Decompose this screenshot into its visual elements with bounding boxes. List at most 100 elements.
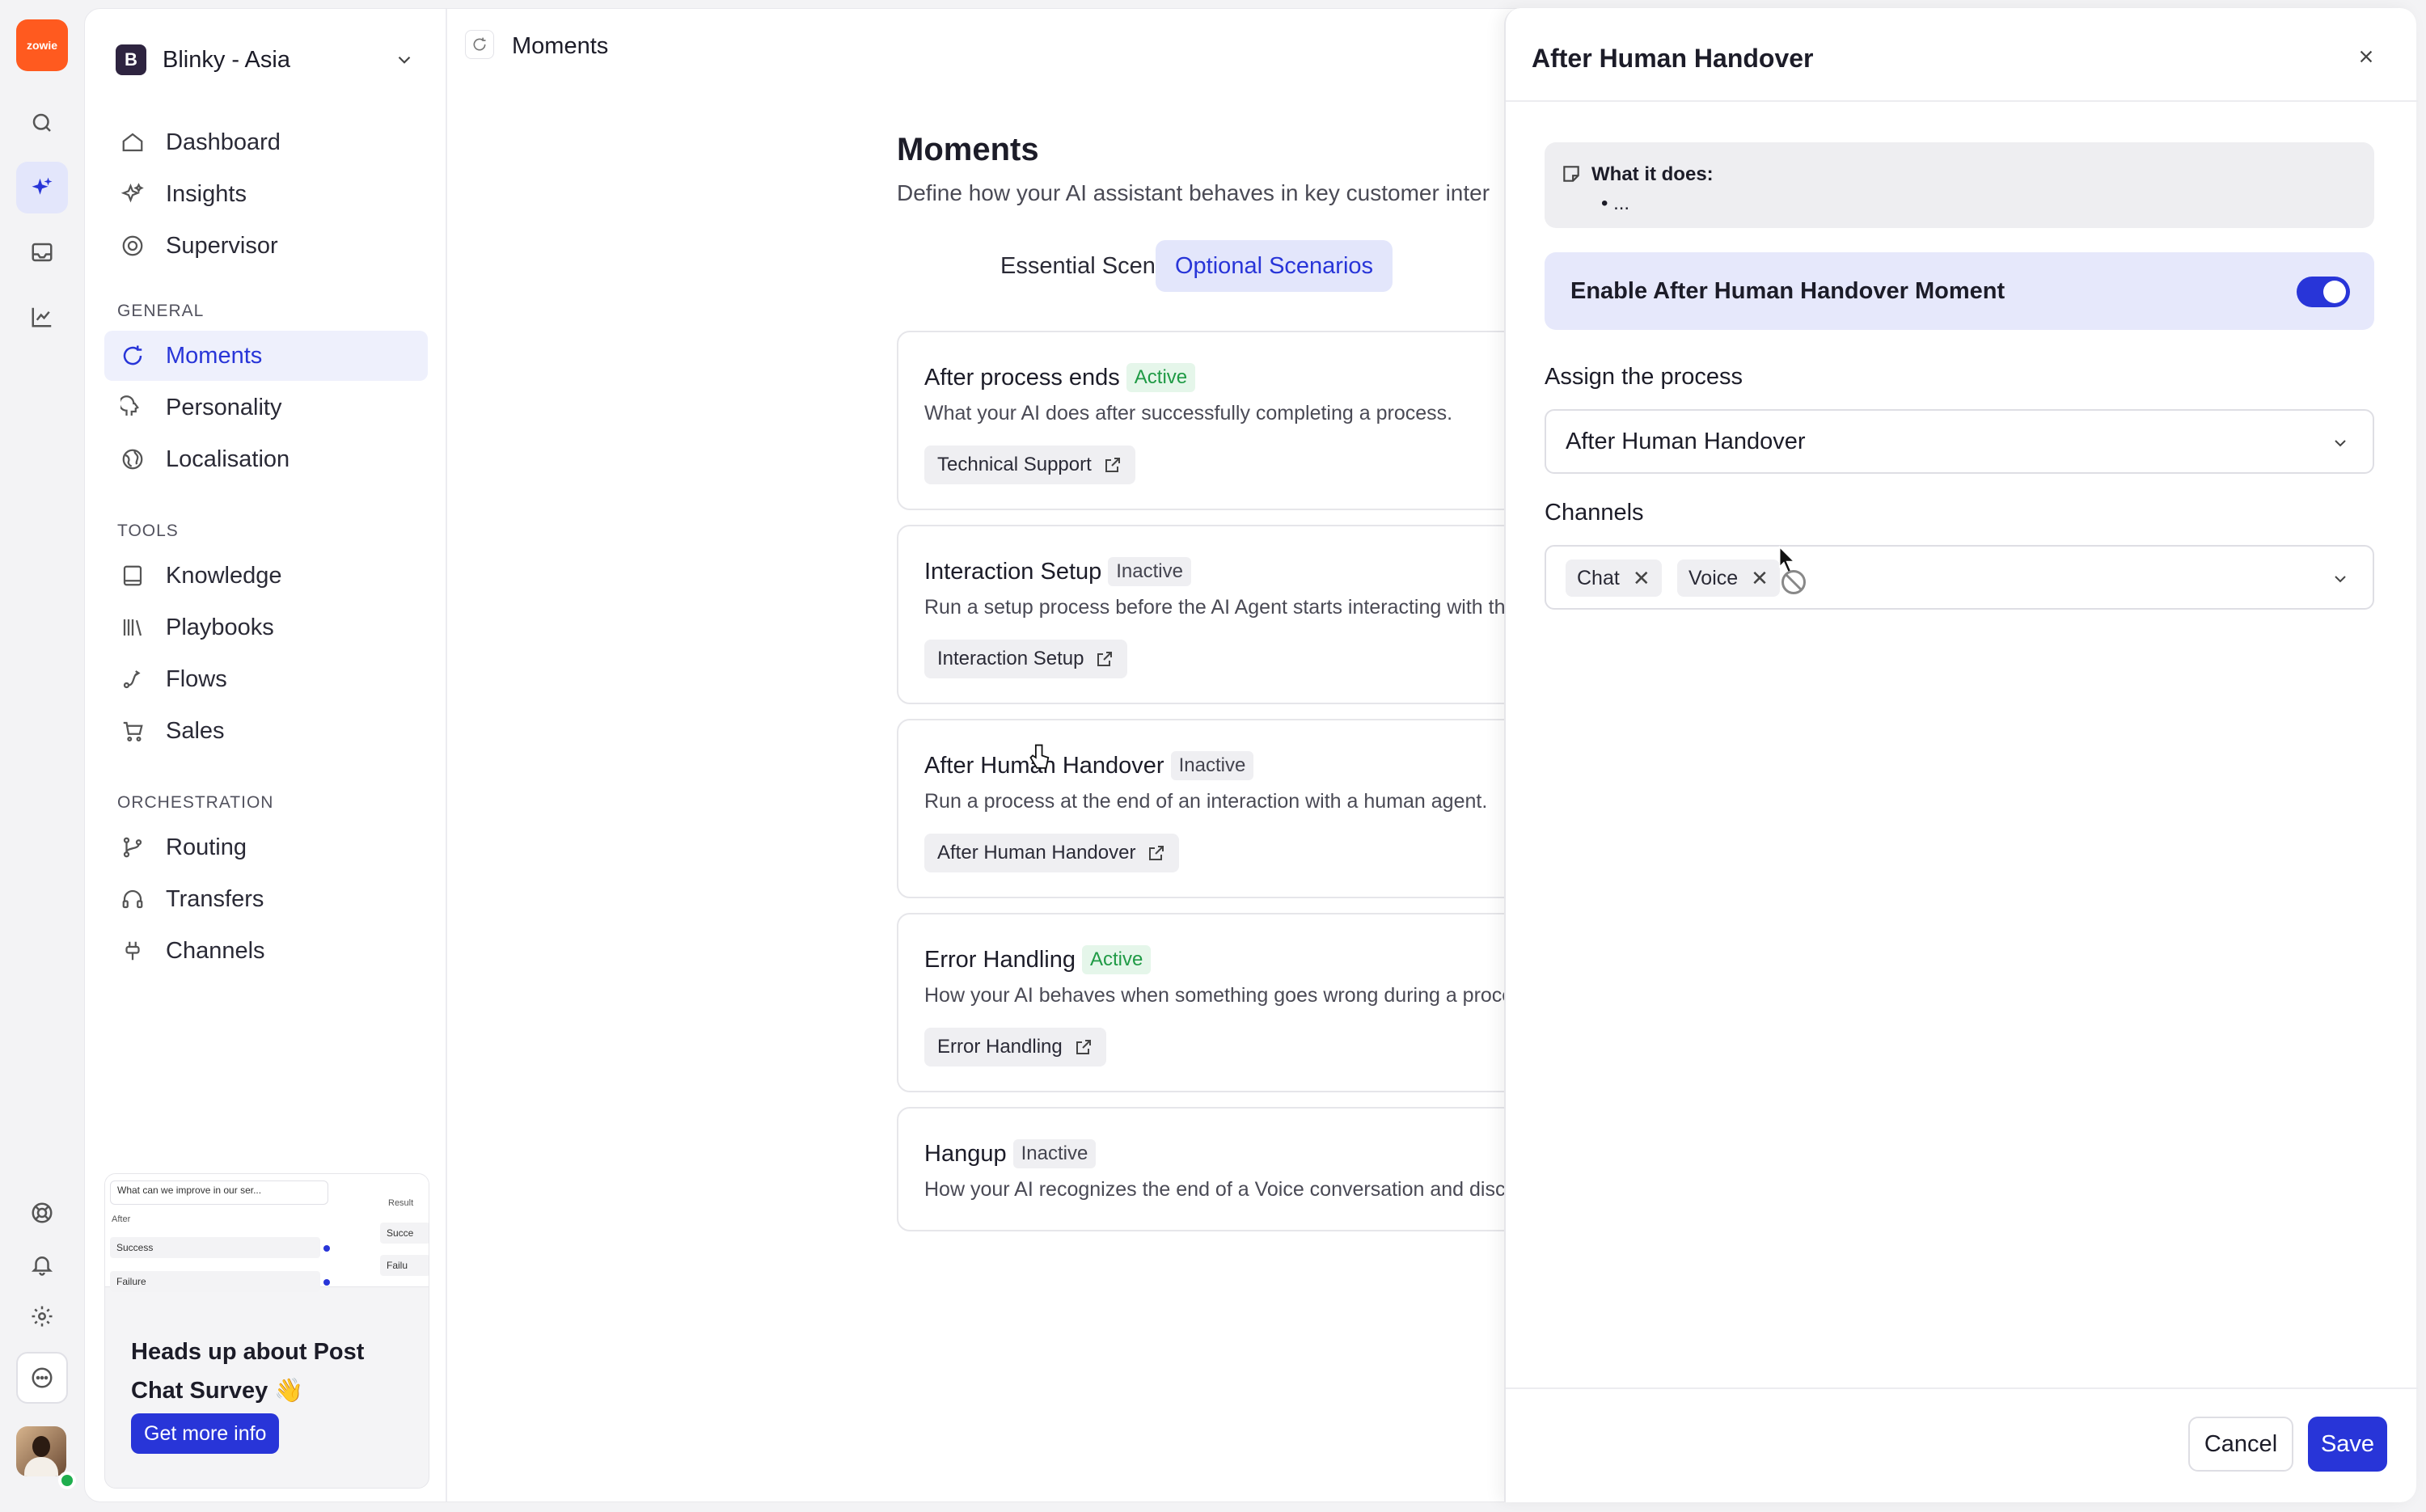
sidebar-item-transfers[interactable]: Transfers (104, 874, 428, 924)
search-icon[interactable] (16, 97, 68, 149)
chat-icon[interactable] (16, 1352, 68, 1404)
chip-label: After Human Handover (937, 842, 1136, 864)
page-header: Moments (447, 9, 1589, 85)
card-description: What your AI does after successfully com… (924, 402, 1453, 424)
preview-success: Success (110, 1237, 320, 1258)
content-title: Moments (897, 132, 1039, 167)
channel-tag-label: Voice (1688, 566, 1739, 589)
hand-cursor-icon (1029, 744, 1050, 769)
save-button[interactable]: Save (2308, 1417, 2387, 1472)
sidebar-item-label: Dashboard (166, 129, 281, 155)
sparkle-icon (120, 183, 144, 203)
globe-icon (122, 449, 143, 470)
external-link-icon (1097, 652, 1113, 666)
info-title: What it does: (1591, 163, 1714, 185)
section-title-general: GENERAL (117, 302, 205, 320)
card-title: Hangup (924, 1141, 1007, 1167)
cancel-button[interactable]: Cancel (2188, 1417, 2293, 1472)
chevron-down-icon (2335, 440, 2346, 447)
content-subtitle: Define how your AI assistant behaves in … (897, 180, 1490, 205)
online-status-dot (58, 1472, 76, 1489)
sidebar-item-personality[interactable]: Personality (104, 382, 428, 433)
home-icon (122, 133, 143, 152)
section-title-orchestration: ORCHESTRATION (117, 793, 274, 812)
chip-label: Technical Support (937, 454, 1092, 475)
status-badge: Inactive (1108, 557, 1191, 586)
channel-tag-voice: Voice ✕ (1677, 560, 1780, 597)
branch-icon (123, 837, 142, 858)
info-bullet: • ... (1601, 192, 1630, 214)
sidebar-item-sales[interactable]: Sales (104, 706, 428, 756)
sidebar-item-label: Personality (166, 395, 282, 420)
sidebar-item-dashboard[interactable]: Dashboard (104, 117, 428, 167)
flow-icon (123, 670, 141, 689)
channel-tag-label: Chat (1577, 566, 1620, 589)
sidebar-item-label: Knowledge (166, 563, 282, 589)
bell-icon[interactable] (16, 1239, 68, 1290)
process-link-chip[interactable]: Technical Support (924, 446, 1135, 484)
lifebuoy-icon[interactable] (16, 1187, 68, 1239)
sidebar-item-flows[interactable]: Flows (104, 654, 428, 704)
remove-tag-icon[interactable]: ✕ (1633, 566, 1650, 591)
tab-optional-scenarios[interactable]: Optional Scenarios (1156, 240, 1393, 292)
sidebar-item-label: Supervisor (166, 233, 278, 259)
cart-icon (123, 721, 143, 741)
close-icon[interactable] (2353, 44, 2379, 70)
process-select[interactable]: After Human Handover (1545, 409, 2374, 474)
workspace-badge: B (116, 44, 146, 75)
enable-moment-toggle[interactable] (2297, 277, 2350, 307)
process-link-chip[interactable]: Error Handling (924, 1028, 1106, 1066)
sidebar-item-playbooks[interactable]: Playbooks (104, 602, 428, 653)
get-more-info-button[interactable]: Get more info (131, 1413, 280, 1454)
process-link-chip[interactable]: Interaction Setup (924, 640, 1128, 678)
gear-icon[interactable] (16, 1290, 68, 1342)
preview-after-label: After (112, 1214, 131, 1224)
supervisor-icon (122, 235, 143, 256)
status-badge: Inactive (1170, 751, 1254, 780)
sidebar: B Blinky - Asia Dashboard Insights Super… (85, 9, 447, 1501)
preview-dot (323, 1279, 330, 1286)
sidebar-item-localisation[interactable]: Localisation (104, 434, 428, 484)
remove-tag-icon[interactable]: ✕ (1751, 566, 1769, 591)
logo-text: zowie (26, 39, 58, 52)
sidebar-item-insights[interactable]: Insights (104, 169, 428, 219)
sidebar-item-label: Flows (166, 666, 227, 692)
channel-tag-chat: Chat ✕ (1566, 560, 1662, 597)
sparkle-icon[interactable] (16, 162, 68, 213)
process-link-chip[interactable]: After Human Handover (924, 834, 1180, 872)
drawer-footer-divider (1506, 1387, 2418, 1389)
preview-dot (323, 1245, 330, 1252)
status-badge: Active (1126, 363, 1196, 392)
avatar[interactable] (16, 1426, 66, 1476)
sidebar-item-routing[interactable]: Routing (104, 822, 428, 872)
inbox-icon[interactable] (16, 226, 68, 278)
card-description: How your AI behaves when something goes … (924, 984, 1514, 1007)
card-description: Run a process at the end of an interacti… (924, 790, 1488, 813)
sidebar-item-label: Playbooks (166, 615, 274, 640)
sidebar-item-supervisor[interactable]: Supervisor (104, 221, 428, 271)
page-title: Moments (512, 33, 609, 59)
enable-moment-label: Enable After Human Handover Moment (1570, 278, 2005, 304)
promo-title: Heads up about Post Chat Survey 👋 (131, 1339, 365, 1404)
sidebar-item-moments[interactable]: Moments (104, 331, 428, 381)
chart-icon[interactable] (16, 291, 68, 343)
icon-rail: zowie (0, 0, 84, 1512)
promo-preview-image: What can we improve in our ser... After … (105, 1174, 429, 1292)
what-it-does-box: What it does: • ... (1545, 142, 2374, 228)
sidebar-item-channels[interactable]: Channels (104, 926, 428, 976)
drawer-header: After Human Handover (1506, 8, 2418, 102)
card-title-row: After process ends Active (924, 363, 1196, 392)
status-badge: Inactive (1012, 1139, 1097, 1168)
preview-result-failure: Failu (380, 1255, 429, 1276)
chevron-down-icon (398, 56, 411, 64)
workspace-switcher[interactable]: B Blinky - Asia (116, 36, 423, 83)
sidebar-item-knowledge[interactable]: Knowledge (104, 551, 428, 601)
after-human-handover-drawer: After Human Handover What it does: • ...… (1504, 8, 2418, 1502)
library-icon (123, 619, 142, 636)
chip-label: Interaction Setup (937, 648, 1084, 669)
channels-multiselect[interactable]: Chat ✕ Voice ✕ (1545, 545, 2374, 610)
card-title-row: Interaction Setup Inactive (924, 557, 1191, 586)
process-select-value: After Human Handover (1566, 429, 1806, 454)
zowie-logo[interactable]: zowie (16, 19, 68, 71)
card-description: Run a setup process before the AI Agent … (924, 596, 1506, 619)
